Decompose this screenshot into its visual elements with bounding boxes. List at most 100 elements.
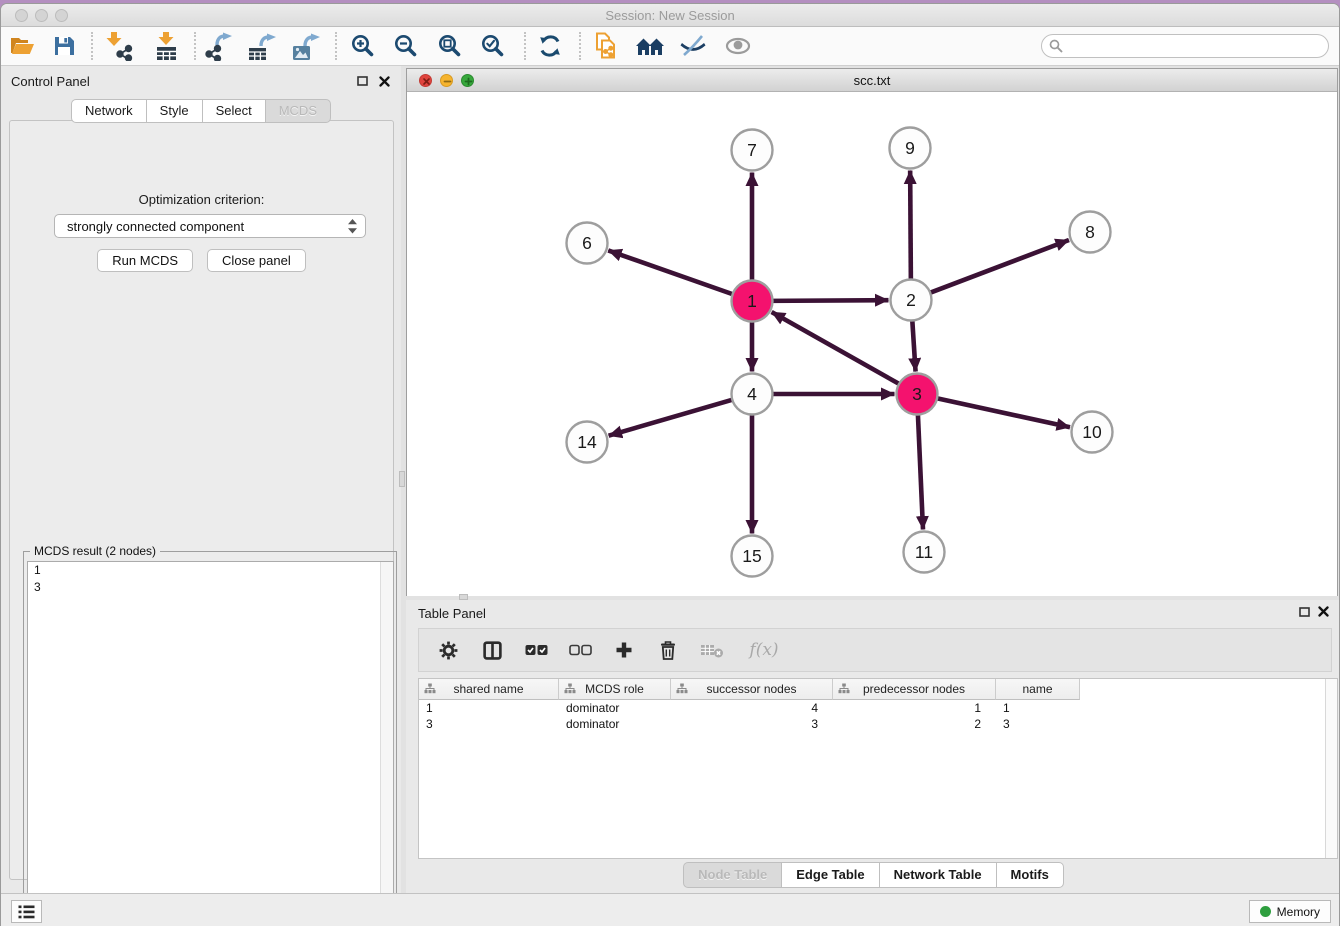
deselect-all-columns-button[interactable] (565, 634, 595, 666)
memory-label: Memory (1277, 905, 1320, 919)
graph-node-label: 15 (742, 546, 761, 566)
graph-edge-2-9[interactable] (910, 170, 911, 281)
tab-edge-table[interactable]: Edge Table (781, 862, 878, 888)
content-area: Control Panel NetworkStyleSelectMCDS Opt… (1, 66, 1340, 893)
export-network-button[interactable] (197, 28, 241, 64)
column-header-name[interactable]: name (996, 679, 1080, 700)
table-row[interactable]: 1dominator411 (419, 700, 1337, 716)
task-list-icon (18, 905, 35, 919)
table-cell[interactable]: dominator (559, 716, 671, 732)
hide-selected-button[interactable] (671, 28, 715, 64)
mcds-result-list[interactable]: 13 (27, 561, 394, 926)
tab-network[interactable]: Network (71, 99, 146, 123)
close-panel-icon[interactable] (377, 74, 391, 88)
table-cell[interactable]: dominator (559, 700, 671, 716)
table-cell[interactable]: 3 (996, 716, 1080, 732)
control-panel-tabs: NetworkStyleSelectMCDS (1, 99, 401, 123)
column-header-shared-name[interactable]: shared name (419, 679, 559, 700)
graph-edge-3-1[interactable] (772, 312, 901, 385)
show-all-button[interactable] (716, 28, 760, 64)
toolbar-separator (91, 32, 93, 60)
graph-edge-2-8[interactable] (928, 240, 1069, 293)
column-header-predecessor-nodes[interactable]: predecessor nodes (833, 679, 996, 700)
select-all-columns-button[interactable] (521, 634, 551, 666)
memory-button[interactable]: Memory (1249, 900, 1331, 923)
refresh-button[interactable] (528, 28, 572, 64)
tab-style[interactable]: Style (146, 99, 202, 123)
graph-node-label: 6 (582, 233, 592, 253)
table-cell[interactable]: 4 (671, 700, 833, 716)
zoom-selected-icon (480, 33, 506, 59)
tab-motifs[interactable]: Motifs (996, 862, 1064, 888)
column-header-label: name (1022, 682, 1052, 696)
split-view-button[interactable] (477, 634, 507, 666)
memory-status-dot (1260, 906, 1271, 917)
zoom-selected-button[interactable] (471, 28, 515, 64)
table-panel-title: Table Panel (418, 606, 486, 621)
settings-button[interactable] (433, 634, 463, 666)
export-table-button[interactable] (240, 28, 284, 64)
mcds-result-item[interactable]: 1 (28, 562, 393, 579)
tab-mcds[interactable]: MCDS (265, 99, 331, 123)
table-cell[interactable]: 1 (419, 700, 559, 716)
clone-network-button[interactable] (584, 28, 628, 64)
search-input[interactable] (1067, 37, 1328, 55)
delete-table-icon (700, 641, 724, 659)
table-cell[interactable]: 1 (833, 700, 996, 716)
table-scrollbar[interactable] (1325, 679, 1337, 858)
node-table[interactable]: shared name MCDS role successor nodesprede… (418, 678, 1338, 859)
table-cell[interactable]: 3 (671, 716, 833, 732)
result-scrollbar[interactable] (380, 562, 393, 926)
close-panel-icon[interactable] (1318, 606, 1329, 617)
tab-network-table[interactable]: Network Table (879, 862, 996, 888)
task-history-button[interactable] (11, 900, 42, 923)
import-network-button[interactable] (96, 28, 140, 64)
network-canvas[interactable]: 1234678910111415 (407, 93, 1337, 596)
float-panel-icon[interactable] (355, 74, 369, 88)
delete-columns-button[interactable] (653, 634, 683, 666)
zoom-fit-button[interactable] (428, 28, 472, 64)
open-file-button[interactable] (0, 28, 44, 64)
table-panel-tabs: Node TableEdge TableNetwork TableMotifs (406, 862, 1340, 888)
graph-node-label: 14 (577, 432, 597, 452)
graph-edge-3-11[interactable] (918, 412, 923, 529)
graph-edge-3-10[interactable] (935, 398, 1070, 427)
import-table-button[interactable] (144, 28, 188, 64)
search-box[interactable] (1041, 34, 1329, 58)
window-titlebar: Session: New Session (1, 4, 1339, 27)
close-panel-button[interactable]: Close panel (207, 249, 306, 272)
delete-table-button[interactable] (697, 634, 727, 666)
network-graph[interactable]: 1234678910111415 (407, 93, 1337, 596)
optimization-criterion-select[interactable]: strongly connected component (54, 214, 366, 238)
zoom-out-icon (393, 33, 419, 59)
export-image-button[interactable] (284, 28, 328, 64)
graph-edge-1-6[interactable] (608, 250, 734, 294)
graph-edge-1-2[interactable] (770, 300, 888, 301)
graph-edge-4-14[interactable] (609, 399, 735, 436)
table-cell[interactable]: 2 (833, 716, 996, 732)
import-table-icon (151, 32, 181, 61)
tab-select[interactable]: Select (202, 99, 265, 123)
column-header-label: MCDS role (585, 682, 644, 696)
tab-node-table[interactable]: Node Table (683, 862, 781, 888)
table-cell[interactable]: 1 (996, 700, 1080, 716)
mcds-result-item[interactable]: 3 (28, 579, 393, 596)
column-header-successor-nodes[interactable]: successor nodes (671, 679, 833, 700)
table-body: 1dominator4113dominator323 (419, 700, 1337, 732)
window-title: Session: New Session (1, 8, 1339, 23)
splitter-grip[interactable] (399, 471, 405, 487)
graph-edge-2-3[interactable] (912, 318, 915, 371)
create-column-button[interactable] (609, 634, 639, 666)
export-network-icon (204, 32, 234, 61)
network-title: scc.txt (407, 73, 1337, 88)
first-neighbors-button[interactable] (628, 28, 672, 64)
table-row[interactable]: 3dominator323 (419, 716, 1337, 732)
column-header-MCDS-role[interactable]: MCDS role (559, 679, 671, 700)
function-builder-button[interactable]: f(x) (741, 634, 787, 666)
table-cell[interactable]: 3 (419, 716, 559, 732)
zoom-in-button[interactable] (341, 28, 385, 64)
zoom-out-button[interactable] (384, 28, 428, 64)
run-mcds-button[interactable]: Run MCDS (97, 249, 193, 272)
float-panel-icon[interactable] (1299, 607, 1310, 617)
save-session-button[interactable] (42, 28, 86, 64)
